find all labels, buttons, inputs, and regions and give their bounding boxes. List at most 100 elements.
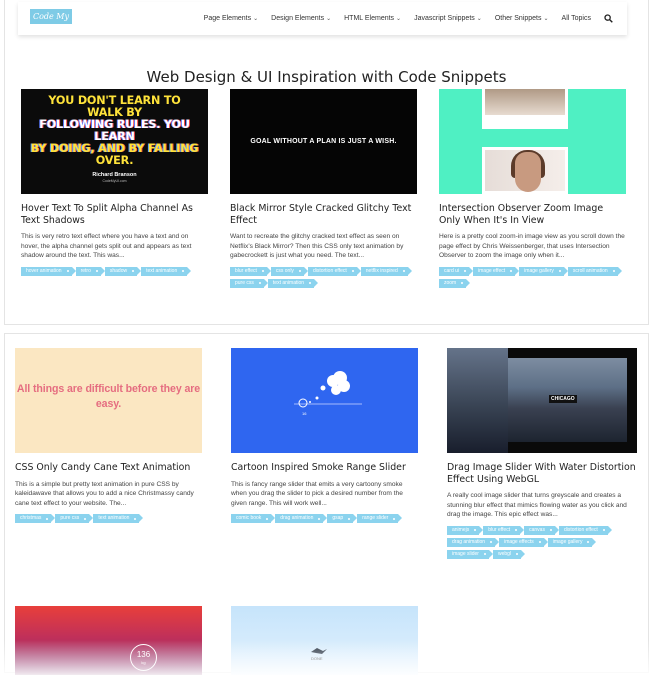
tag-label: pure css (235, 279, 254, 286)
portrait-face (515, 152, 541, 192)
chevron-down-icon: ⌄ (476, 16, 482, 22)
tag-link[interactable]: pure css (230, 278, 268, 288)
tag-link[interactable]: shadow (104, 266, 142, 276)
tag-link[interactable]: image gallery (519, 266, 568, 276)
tag-link[interactable]: pure css (55, 514, 94, 524)
thumb-text-line: FOLLOWING RULES. YOU LEARN (39, 118, 190, 143)
card-thumbnail[interactable]: 136 kg (15, 606, 202, 675)
smoke-puff (309, 401, 311, 403)
tag-link[interactable]: animejs (447, 525, 484, 535)
bird-icon (311, 648, 327, 654)
smoke-puff (331, 385, 341, 395)
card-thumbnail[interactable]: GOAL WITHOUT A PLAN IS JUST A WISH. (230, 89, 417, 194)
smoke-slider-illustration: 16 (294, 371, 362, 416)
tag-link[interactable]: card ui (439, 266, 474, 276)
thumb-text-line: OVER. (95, 154, 134, 167)
nav-item-javascript-snippets[interactable]: Javascript Snippets ⌄ (414, 15, 482, 22)
tag-link[interactable]: text animation (267, 278, 319, 288)
card-title[interactable]: Hover Text To Split Alpha Channel As Tex… (21, 203, 208, 226)
card-thumbnail[interactable]: DONE (231, 606, 418, 675)
card-thumbnail[interactable]: YOU DON'T LEARN TO WALK BY FOLLOWING RUL… (21, 89, 208, 194)
page-title: Web Design & UI Inspiration with Code Sn… (146, 68, 507, 86)
tag-label: range slider (362, 515, 389, 522)
chevron-down-icon: ⌄ (543, 16, 549, 22)
tag-label: scroll animation (572, 267, 608, 274)
tag-label: image gallery (524, 267, 554, 274)
tag-label: image effects (504, 538, 534, 545)
thumb-text-line: YOU DON'T LEARN TO WALK BY (48, 94, 181, 119)
tag-link[interactable]: scroll animation (567, 266, 622, 276)
tag-label: image slider (452, 550, 479, 557)
tag-link[interactable]: blur effect (483, 525, 524, 535)
tag-label: text animation (272, 279, 305, 286)
tag-link[interactable]: blur effect (230, 266, 271, 276)
card-thumbnail[interactable]: CHICAGO (447, 348, 637, 453)
thumb-label: CHICAGO (549, 395, 577, 403)
tag-link[interactable]: netflix inspired (360, 266, 412, 276)
thumb-site: CodeMyUI.com (102, 179, 127, 183)
card-title[interactable]: Intersection Observer Zoom Image Only Wh… (439, 203, 626, 226)
tag-label: netflix inspired (365, 267, 398, 274)
snippet-card: GOAL WITHOUT A PLAN IS JUST A WISH. Blac… (230, 89, 417, 288)
card-thumbnail[interactable]: All things are difficult before they are… (15, 348, 202, 453)
smoke-puff (320, 385, 326, 391)
tag-link[interactable]: christmas (15, 514, 56, 524)
tag-link[interactable]: comic book (231, 514, 276, 524)
nav-item-design-elements[interactable]: Design Elements ⌄ (271, 15, 331, 22)
card-thumbnail[interactable]: 16 (231, 348, 418, 453)
nav-item-label: HTML Elements (344, 15, 395, 22)
tag-link[interactable]: distortion effect (558, 525, 612, 535)
card-description: This is fancy range slider that emits a … (231, 480, 403, 507)
snippet-card: 136 kg (15, 606, 202, 675)
tag-link[interactable]: range slider (357, 514, 403, 524)
tag-label: drag animation (280, 515, 314, 522)
nav-item-html-elements[interactable]: HTML Elements ⌄ (344, 15, 401, 22)
nav-item-page-elements[interactable]: Page Elements ⌄ (204, 15, 259, 22)
card-title[interactable]: Cartoon Inspired Smoke Range Slider (231, 462, 418, 474)
tag-link[interactable]: text animation (141, 266, 192, 276)
tag-link[interactable]: image effects (499, 537, 548, 547)
tag-label: blur effect (235, 267, 257, 274)
card-title[interactable]: Drag Image Slider With Water Distortion … (447, 462, 637, 485)
tag-link[interactable]: drag animation (275, 514, 328, 524)
tag-link[interactable]: hover animation (21, 266, 76, 276)
tag-link[interactable]: image effect (473, 266, 520, 276)
nav-item-other-snippets[interactable]: Other Snippets ⌄ (495, 15, 549, 22)
chevron-down-icon: ⌄ (253, 16, 259, 22)
tag-label: blur effect (488, 526, 511, 533)
tag-link[interactable]: image gallery (547, 537, 597, 547)
tag-link[interactable]: canvas (524, 525, 559, 535)
tag-link[interactable]: gsap (327, 514, 358, 524)
nav-item-label: Javascript Snippets (414, 15, 475, 22)
card-tags: christmas pure css text animation (15, 514, 202, 524)
tag-link[interactable]: text animation (93, 514, 144, 524)
tag-label: image gallery (552, 538, 583, 545)
tag-link[interactable]: image slider (447, 549, 493, 559)
tag-label: gsap (332, 515, 344, 522)
tag-label: pure css (60, 515, 80, 522)
tag-link[interactable]: retro (75, 266, 106, 276)
chevron-down-icon: ⌄ (396, 16, 402, 22)
card-title[interactable]: Black Mirror Style Cracked Glitchy Text … (230, 203, 417, 226)
card-tags: animejs blur effect canvas distortion ef… (447, 525, 637, 559)
card-title[interactable]: CSS Only Candy Cane Text Animation (15, 462, 202, 474)
tag-label: zoom (444, 279, 457, 286)
site-logo[interactable]: Code My UI (30, 9, 72, 36)
weight-unit: kg (141, 660, 146, 665)
tag-label: retro (80, 267, 91, 274)
tag-link[interactable]: distortion effect (307, 266, 361, 276)
snippet-card: CHICAGO Drag Image Slider With Water Dis… (447, 348, 637, 559)
smoke-puff (315, 396, 319, 400)
tag-label: text animation (146, 267, 178, 274)
card-thumbnail[interactable] (439, 89, 626, 194)
snippet-card: Intersection Observer Zoom Image Only Wh… (439, 89, 626, 288)
tag-link[interactable]: zoom (439, 278, 471, 288)
card-tags: comic book drag animation gsap range sli… (231, 514, 418, 524)
search-icon[interactable] (604, 14, 613, 23)
card-tags: blur effect css only distortion effect n… (230, 266, 417, 288)
nav-item-label: Design Elements (271, 15, 325, 22)
nav-item-all-topics[interactable]: All Topics (562, 15, 591, 22)
tag-link[interactable]: css only (270, 266, 309, 276)
tag-link[interactable]: drag animation (447, 537, 500, 547)
tag-link[interactable]: webgl (492, 549, 526, 559)
